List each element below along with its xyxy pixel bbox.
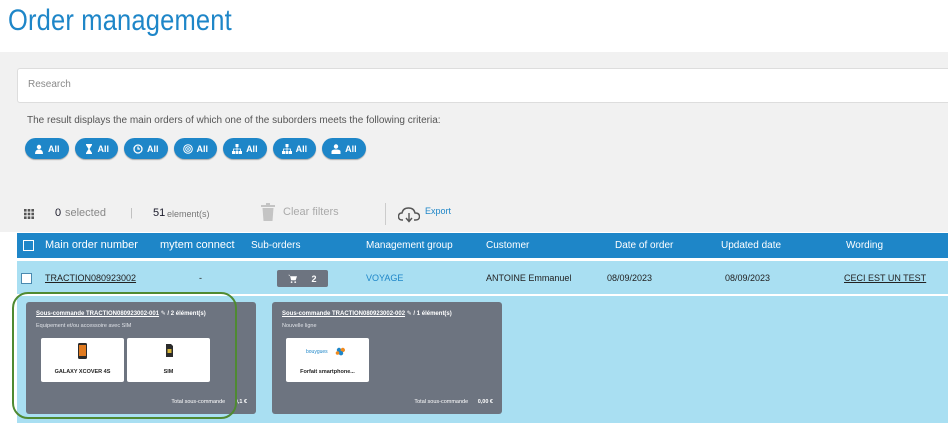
- total-label: Total sous-commande: [414, 399, 469, 405]
- date-of-order-value: 08/09/2023: [607, 273, 653, 283]
- criteria-filters: All All All All All All All: [25, 138, 366, 159]
- export-button[interactable]: Export: [425, 206, 451, 216]
- filter-label: All: [345, 143, 357, 154]
- filter-label: All: [246, 143, 258, 154]
- user-tie-icon: [331, 143, 341, 154]
- suborders-toggle-button[interactable]: 2: [277, 270, 328, 287]
- filter-label: All: [295, 143, 308, 154]
- select-all-checkbox[interactable]: [23, 240, 34, 251]
- suborder-category: Nouvelle ligne: [282, 323, 317, 329]
- total-value: 0,00 €: [477, 399, 493, 405]
- suborder-count: / 1 élément(s): [413, 311, 452, 317]
- col-management-group[interactable]: Management group: [366, 240, 453, 251]
- sitemap-icon: [281, 143, 292, 154]
- cart-icon: [288, 274, 298, 283]
- filter-label: All: [147, 143, 159, 154]
- filter-user[interactable]: All: [25, 138, 69, 159]
- filter-network[interactable]: All: [223, 138, 267, 159]
- col-updated-date[interactable]: Updated date: [721, 240, 781, 251]
- suborder-card-2: Sous-commande TRACTION080923002-002 ✎ / …: [272, 302, 502, 414]
- clear-filters-button[interactable]: Clear filters: [283, 206, 339, 218]
- network-icon: [232, 143, 243, 154]
- wording-value: CECI EST UN TEST: [844, 273, 927, 283]
- suborder-link[interactable]: Sous-commande TRACTION080923002-002: [282, 311, 405, 317]
- user-icon: [35, 144, 43, 154]
- hourglass-icon: [85, 143, 92, 154]
- criteria-description: The result displays the main orders of w…: [27, 115, 441, 126]
- filter-status[interactable]: All: [74, 138, 119, 159]
- filter-label: All: [97, 143, 110, 154]
- order-number-link[interactable]: TRACTION080923002: [45, 273, 136, 283]
- row-checkbox[interactable]: [21, 273, 32, 284]
- col-customer[interactable]: Customer: [486, 240, 529, 251]
- page-title: Order management: [8, 4, 232, 37]
- filter-date[interactable]: All: [124, 138, 168, 159]
- selected-count: 0: [55, 207, 62, 219]
- filter-organization[interactable]: All: [272, 138, 317, 159]
- signal-icon: [182, 143, 193, 154]
- filter-label: All: [196, 143, 209, 154]
- cloud-download-icon[interactable]: [398, 207, 420, 223]
- elements-label: element(s): [167, 209, 210, 219]
- col-sub-orders[interactable]: Sub-orders: [251, 240, 300, 251]
- suborder-title: Sous-commande TRACTION080923002-002 ✎ / …: [282, 310, 452, 317]
- edit-icon[interactable]: ✎: [407, 311, 412, 317]
- customer-value: ANTOINE Emmanuel: [486, 273, 572, 283]
- filter-signal[interactable]: All: [173, 138, 218, 159]
- bouygues-logo-icon: bouygues: [306, 347, 345, 356]
- highlight-annotation: [12, 292, 237, 419]
- search-input[interactable]: Research: [17, 68, 948, 103]
- search-placeholder: Research: [28, 79, 71, 90]
- product-name: Forfait smartphone...: [300, 369, 355, 375]
- elements-count: 51: [153, 207, 166, 219]
- col-date-of-order[interactable]: Date of order: [615, 240, 673, 251]
- table-row[interactable]: TRACTION080923002 - 2 VOYAGE ANTOINE Emm…: [17, 261, 948, 294]
- mytem-connect-value: -: [199, 273, 202, 283]
- trash-icon: [261, 203, 275, 221]
- toolbar-separator: |: [130, 207, 133, 219]
- grid-icon[interactable]: [24, 209, 34, 219]
- table-header: Main order number mytem connect Sub-orde…: [17, 233, 948, 258]
- suborder-total: Total sous-commande 0,00 €: [414, 399, 493, 405]
- col-wording[interactable]: Wording: [846, 240, 883, 251]
- product-card-plan[interactable]: bouygues Forfait smartphone...: [286, 338, 369, 382]
- filter-label: All: [48, 143, 60, 154]
- clock-icon: [133, 143, 143, 154]
- filter-manager[interactable]: All: [322, 138, 366, 159]
- col-main-order-number[interactable]: Main order number: [45, 239, 138, 251]
- results-toolbar: 0 selected | 51 element(s) Clear filters…: [24, 203, 624, 225]
- management-group-link[interactable]: VOYAGE: [366, 273, 403, 283]
- selected-label: selected: [65, 207, 106, 219]
- svg-text:bouygues: bouygues: [306, 349, 328, 355]
- updated-date-value: 08/09/2023: [725, 273, 771, 283]
- suborders-count: 2: [311, 273, 317, 284]
- col-mytem-connect[interactable]: mytem connect: [160, 239, 235, 251]
- toolbar-divider: [385, 203, 386, 225]
